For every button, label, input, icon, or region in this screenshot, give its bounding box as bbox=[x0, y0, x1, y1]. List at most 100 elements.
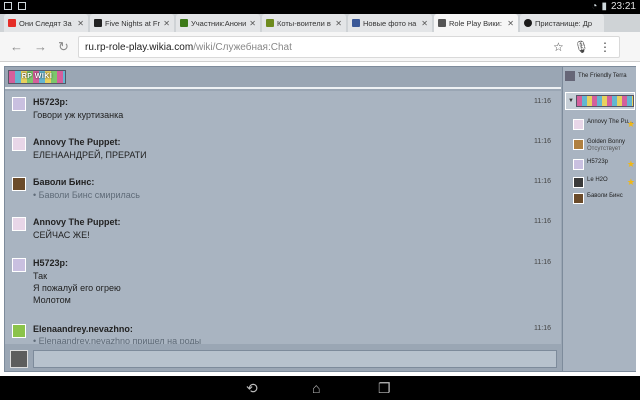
message-author[interactable]: Annovy The Puppet: bbox=[33, 217, 121, 227]
avatar[interactable] bbox=[12, 137, 26, 151]
close-icon[interactable]: ✕ bbox=[77, 19, 84, 28]
user-list-item[interactable]: Le H2O ★ bbox=[573, 177, 635, 188]
message-text: ЕЛЕНААНДРЕЙ, ПРЕРАТИ bbox=[33, 150, 147, 160]
user-list-item[interactable]: H5723p ★ bbox=[573, 159, 635, 170]
tab-strip: Они Следят За Т ✕ Five Nights at Fre ✕ У… bbox=[0, 14, 640, 32]
message-list[interactable]: H5723p: 11:16 Говори уж куртизанка Annov… bbox=[5, 91, 561, 344]
clock: 23:21 bbox=[610, 1, 636, 12]
address-bar: ← → ↻ ru.rp-role-play.wikia.com/wiki/Слу… bbox=[0, 32, 640, 62]
avatar bbox=[573, 193, 584, 204]
url-path: /wiki/Служебная:Chat bbox=[193, 41, 292, 53]
message-time: 11:16 bbox=[534, 325, 551, 332]
avatar bbox=[573, 139, 584, 150]
tab-title: Пристанище: Др bbox=[535, 18, 593, 28]
wiki-logo[interactable]: RP WIKI bbox=[8, 70, 66, 84]
star-icon: ★ bbox=[626, 159, 635, 169]
tab[interactable]: Участник:Аноним ✕ bbox=[176, 14, 260, 32]
favicon-icon bbox=[180, 19, 188, 27]
home-icon[interactable]: ⌂ bbox=[312, 380, 320, 396]
notification-icon bbox=[18, 2, 26, 10]
recents-icon[interactable]: ❐ bbox=[378, 380, 391, 397]
tab-title: Новые фото на bbox=[363, 18, 417, 28]
action-text: • Elenaandrey.nevazhno пришел на роды bbox=[33, 336, 202, 344]
message-author[interactable]: Баволи Бинс: bbox=[33, 177, 94, 187]
close-icon[interactable]: ✕ bbox=[249, 19, 256, 28]
avatar bbox=[573, 177, 584, 188]
user-list-item[interactable]: Баволи Бинс bbox=[573, 193, 635, 204]
favicon-icon bbox=[438, 19, 446, 27]
message-author[interactable]: Elenaandrey.nevazhno: bbox=[33, 324, 133, 334]
tab[interactable]: Коты-воители в ✕ bbox=[262, 14, 346, 32]
avatar[interactable] bbox=[12, 258, 26, 272]
room-avatar bbox=[565, 71, 575, 81]
close-icon[interactable]: ✕ bbox=[335, 19, 342, 28]
tab-title: Role Play Вики: bbox=[449, 18, 502, 28]
tab-title: Они Следят За Т bbox=[19, 18, 75, 28]
tab-active[interactable]: Role Play Вики: ✕ bbox=[434, 14, 518, 32]
composer bbox=[5, 347, 561, 371]
user-list-item[interactable]: Golden Bonny Отсутствует bbox=[573, 139, 635, 153]
room-link[interactable]: The Friendly Terra bbox=[565, 69, 635, 83]
favicon-icon bbox=[8, 19, 16, 27]
user-name: Баволи Бинс bbox=[587, 193, 623, 199]
system-nav-bar: ⟲ ⌂ ❐ bbox=[0, 376, 640, 400]
close-icon[interactable]: ✕ bbox=[421, 19, 428, 28]
message-text: Так bbox=[33, 271, 48, 281]
user-list-item[interactable]: Annovy The Pu... ★ bbox=[573, 119, 635, 130]
chat-header: RP WIKI bbox=[5, 67, 561, 89]
mic-icon[interactable]: 🎙 bbox=[574, 40, 589, 54]
tab-title: Коты-воители в bbox=[277, 18, 331, 28]
tab[interactable]: Они Следят За Т ✕ bbox=[4, 14, 88, 32]
close-icon[interactable]: ✕ bbox=[163, 19, 170, 28]
back-icon[interactable]: ← bbox=[10, 39, 23, 54]
tab-title: Участник:Аноним bbox=[191, 18, 247, 28]
tab-title: Five Nights at Fre bbox=[105, 18, 161, 28]
avatar[interactable] bbox=[12, 217, 26, 231]
status-notifications bbox=[4, 2, 26, 10]
message-time: 11:16 bbox=[534, 98, 551, 105]
close-icon[interactable]: ✕ bbox=[507, 19, 514, 28]
tab[interactable]: Five Nights at Fre ✕ bbox=[90, 14, 174, 32]
menu-icon[interactable]: ⋮ bbox=[599, 40, 611, 54]
favicon-icon bbox=[524, 19, 532, 27]
message-text: Я пожалуй его огрею bbox=[33, 283, 121, 293]
message-author[interactable]: H5723p: bbox=[33, 258, 68, 268]
favicon-icon bbox=[94, 19, 102, 27]
tab[interactable]: Пристанище: Др bbox=[520, 14, 604, 32]
favicon-icon bbox=[266, 19, 274, 27]
message-time: 11:16 bbox=[534, 218, 551, 225]
wiki-section-header[interactable]: ▼ bbox=[565, 92, 635, 110]
star-icon: ★ bbox=[626, 177, 635, 187]
message-time: 11:16 bbox=[534, 259, 551, 266]
star-icon: ★ bbox=[626, 119, 635, 129]
message-text: СЕЙЧАС ЖЕ! bbox=[33, 230, 90, 240]
message-input[interactable] bbox=[33, 350, 557, 368]
message-text: Говори уж куртизанка bbox=[33, 110, 124, 120]
avatar[interactable] bbox=[12, 324, 26, 338]
wifi-icon: ◔ bbox=[591, 1, 598, 12]
room-name: The Friendly Terra bbox=[578, 73, 627, 79]
action-text: • Баволи Бинс смирилась bbox=[33, 190, 140, 200]
user-list: The Friendly Terra ▼ Annovy The Pu... ★ … bbox=[562, 67, 636, 371]
message-author[interactable]: Annovy The Puppet: bbox=[33, 137, 121, 147]
message-author[interactable]: H5723p: bbox=[33, 97, 68, 107]
chevron-down-icon[interactable]: ▼ bbox=[568, 98, 574, 104]
status-right: ◔ ▮ 23:21 bbox=[591, 1, 636, 12]
notification-icon bbox=[4, 2, 12, 10]
forward-icon[interactable]: → bbox=[34, 39, 47, 54]
status-bar: ◔ ▮ 23:21 bbox=[0, 0, 640, 14]
tab[interactable]: Новые фото на ✕ bbox=[348, 14, 432, 32]
user-name: Golden Bonny bbox=[587, 139, 626, 145]
reload-icon[interactable]: ↻ bbox=[58, 39, 69, 55]
message-time: 11:16 bbox=[534, 138, 551, 145]
chat-window: RP WIKI H5723p: 11:16 Говори уж куртизан… bbox=[4, 66, 636, 372]
avatar[interactable] bbox=[12, 177, 26, 191]
avatar bbox=[573, 159, 584, 170]
url-field[interactable]: ru.rp-role-play.wikia.com/wiki/Служебная… bbox=[78, 36, 620, 58]
back-icon[interactable]: ⟲ bbox=[246, 380, 258, 397]
page: RP WIKI H5723p: 11:16 Говори уж куртизан… bbox=[0, 62, 640, 376]
avatar[interactable] bbox=[12, 97, 26, 111]
user-name-block: Golden Bonny Отсутствует bbox=[587, 139, 625, 153]
avatar bbox=[573, 119, 584, 130]
star-icon[interactable]: ☆ bbox=[553, 40, 564, 54]
